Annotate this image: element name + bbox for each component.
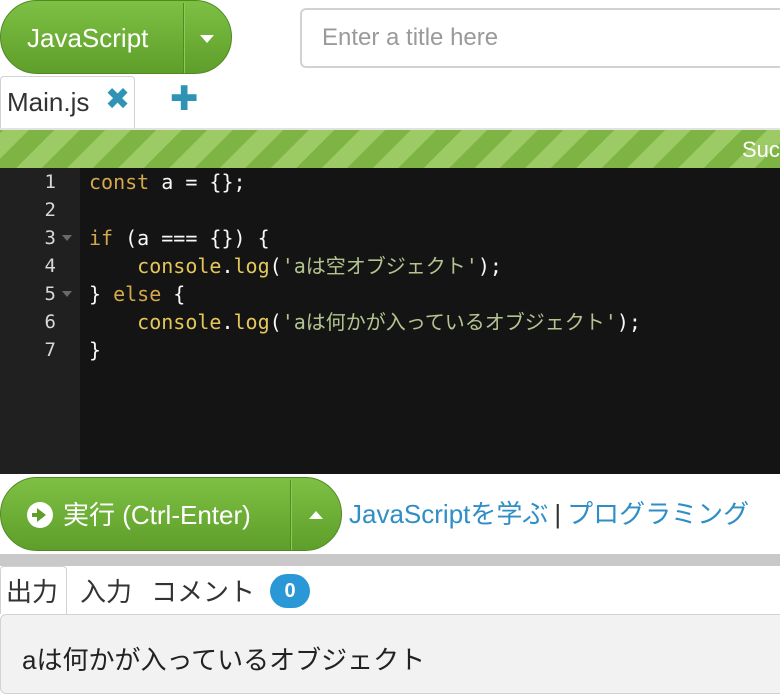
code-line[interactable]: } else {: [89, 280, 185, 308]
line-number: 1: [44, 171, 56, 193]
line-number: 7: [44, 339, 56, 361]
status-text: Suc: [742, 137, 780, 162]
code-token: (: [269, 310, 282, 334]
tab-input-label[interactable]: 入力: [80, 572, 132, 609]
chevron-down-icon[interactable]: [200, 35, 214, 43]
code-line[interactable]: console.log('aは何かが入っているオブジェクト');: [89, 308, 641, 336]
line-number: 3: [44, 227, 56, 249]
line-number: 5: [44, 283, 56, 305]
add-tab-icon[interactable]: ✚: [170, 82, 199, 116]
code-token: log: [233, 310, 270, 334]
line-gutter: 1 2 3 4 5 6 7: [0, 168, 80, 474]
programming-link[interactable]: プログラミング: [567, 499, 749, 529]
code-token: a = {};: [149, 170, 246, 194]
code-token: log: [233, 254, 270, 278]
tab-main-js[interactable]: Main.js ✖: [0, 76, 135, 128]
code-token: {: [161, 282, 186, 306]
run-button[interactable]: 実行 (Ctrl-Enter): [0, 477, 342, 551]
language-select-button[interactable]: JavaScript: [0, 0, 232, 74]
code-token: );: [616, 310, 641, 334]
run-label: 実行 (Ctrl-Enter): [63, 500, 251, 530]
code-token: }: [89, 282, 114, 306]
tab-label: Main.js: [7, 87, 90, 117]
code-token: (a === {}) {: [113, 226, 270, 250]
line-number: 4: [44, 255, 56, 277]
code-token: console: [137, 310, 222, 334]
comment-count-badge: 0: [270, 574, 310, 608]
fold-toggle-icon[interactable]: [62, 291, 72, 297]
code-token: else: [113, 282, 162, 306]
code-token: }: [89, 338, 102, 362]
help-links: JavaScriptを学ぶ | プログラミング: [349, 494, 749, 531]
output-text: aは何かが入っているオブジェクト: [22, 645, 426, 675]
code-token: console: [137, 254, 222, 278]
tab-comments-label[interactable]: コメント: [151, 572, 255, 609]
code-line[interactable]: if (a === {}) {: [89, 224, 270, 252]
button-divider: [290, 480, 291, 550]
fold-toggle-icon[interactable]: [62, 235, 72, 241]
code-editor[interactable]: 1 2 3 4 5 6 7 const a = {}; if (a === {}) { con…: [0, 168, 780, 474]
status-bar: Suc: [0, 128, 780, 168]
code-line[interactable]: }: [89, 336, 101, 364]
run-arrow-icon: [27, 502, 53, 528]
link-separator: |: [554, 499, 562, 529]
code-token: if: [89, 226, 114, 250]
code-line[interactable]: const a = {};: [89, 168, 246, 196]
learn-javascript-link[interactable]: JavaScriptを学ぶ: [349, 499, 548, 529]
language-label: JavaScript: [27, 23, 149, 53]
panel-divider[interactable]: [0, 554, 780, 566]
code-line[interactable]: console.log('aは空オブジェクト');: [89, 252, 502, 280]
button-divider: [183, 3, 184, 73]
code-token: (: [269, 254, 282, 278]
line-number: 6: [44, 311, 56, 333]
code-token: 'aは空オブジェクト': [281, 254, 478, 278]
code-token: const: [89, 170, 150, 194]
code-token: 'aは何かが入っているオブジェクト': [281, 310, 617, 334]
line-number: 2: [44, 199, 56, 221]
tab-output-label[interactable]: 出力: [6, 572, 58, 609]
close-icon[interactable]: ✖: [105, 85, 130, 115]
chevron-up-icon[interactable]: [309, 511, 323, 519]
code-token: );: [477, 254, 502, 278]
code-token: .: [221, 254, 234, 278]
title-input[interactable]: [300, 8, 780, 68]
code-token: .: [221, 310, 234, 334]
